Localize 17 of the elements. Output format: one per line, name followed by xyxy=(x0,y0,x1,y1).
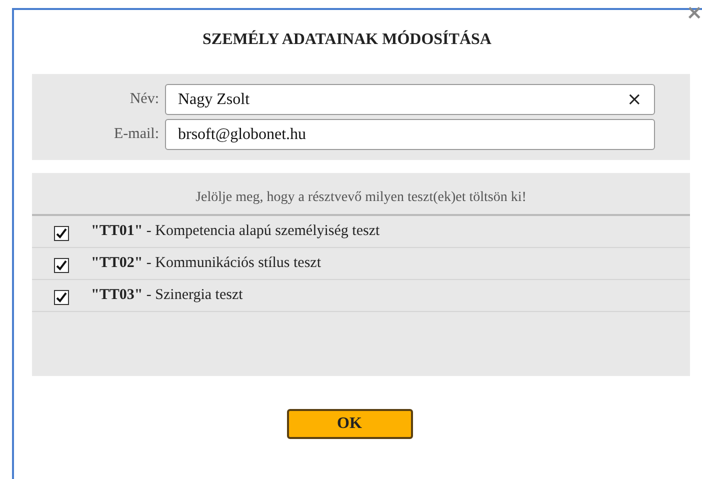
test-label: "TT01" - Kompetencia alapú személyiség teszt xyxy=(91,222,380,242)
field-label: E-mail: xyxy=(113,125,160,144)
clear-button[interactable]: × xyxy=(626,86,642,113)
field-label: Név: xyxy=(128,90,160,110)
checkmark-icon xyxy=(56,292,67,303)
test-label: "TT03" - Szinergia teszt xyxy=(91,286,243,306)
checkmark-icon xyxy=(56,260,67,271)
instruction-text: Jelölje meg, hogy a résztvevő milyen teszt(ek)et töltsön ki! xyxy=(32,173,690,216)
checkmark-icon xyxy=(56,228,67,239)
checkbox[interactable] xyxy=(54,290,69,305)
checkbox[interactable] xyxy=(54,226,69,241)
test-label: "TT02" - Kommunikációs stílus teszt xyxy=(91,254,321,274)
text-field[interactable]: brsoft@globonet.hu xyxy=(165,119,655,150)
dialog-title: SZEMÉLY ADATAINAK MÓDOSÍTÁSA xyxy=(202,29,492,50)
ok-button[interactable]: OK xyxy=(286,409,412,439)
checkbox[interactable] xyxy=(54,258,69,273)
text-field[interactable]: Nagy Zsolt × xyxy=(165,84,655,115)
